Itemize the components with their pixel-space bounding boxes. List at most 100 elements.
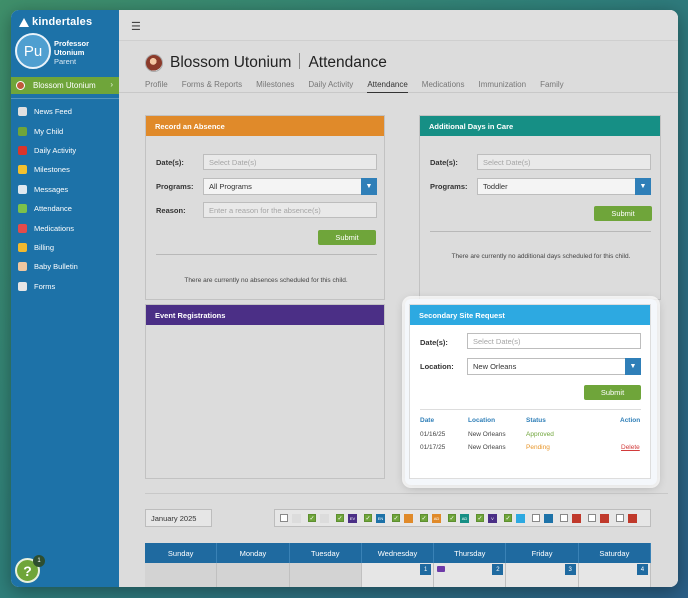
- hamburger-menu-icon[interactable]: ☰: [131, 20, 141, 33]
- tab-profile[interactable]: Profile: [145, 80, 168, 93]
- legend-filter-checkbox[interactable]: ✓: [336, 514, 344, 522]
- absence-submit-button[interactable]: Submit: [318, 230, 376, 245]
- calendar-day-cell[interactable]: 4: [578, 563, 651, 587]
- legend-filter-checkbox[interactable]: ✓: [420, 514, 428, 522]
- legend-filter-checkbox[interactable]: ✓: [504, 514, 512, 522]
- weekday-friday: Friday: [506, 543, 579, 563]
- legend-tag-icon: V: [488, 513, 497, 523]
- legend-filter-checkbox[interactable]: ✓: [308, 514, 316, 522]
- legend-filter-checkbox[interactable]: [280, 514, 288, 522]
- sidebar-item-label: News Feed: [34, 107, 72, 117]
- absence-divider: [156, 254, 377, 255]
- calendar-legend-filters: ✓ ✓ EV ✓ EN ✓ ✓ AD ✓ AD ✓ V ✓: [274, 509, 651, 527]
- event-registrations-card: Event Registrations: [145, 304, 385, 479]
- sidebar-item-label: Billing: [34, 242, 55, 252]
- sidebar-nav: News Feed My Child Daily Activity Milestone…: [11, 102, 119, 296]
- page-title: Blossom Utonium Attendance: [170, 53, 387, 72]
- absence-dates-input[interactable]: [203, 154, 377, 170]
- secondary-submit-button[interactable]: Submit: [584, 385, 641, 400]
- calendar-icon: [18, 204, 27, 214]
- additional-submit-button[interactable]: Submit: [594, 206, 652, 221]
- day-number: 2: [492, 564, 504, 575]
- day-number: 3: [564, 564, 576, 575]
- sidebar-item-medications[interactable]: Medications: [11, 218, 119, 237]
- absence-programs-select[interactable]: All Programs ▼: [203, 178, 377, 195]
- legend-filter-checkbox[interactable]: [588, 514, 596, 522]
- legend-filter-checkbox[interactable]: ✓: [448, 514, 456, 522]
- document-icon: [18, 281, 27, 291]
- legend-filter-checkbox[interactable]: ✓: [364, 514, 372, 522]
- sidebar-item-messages[interactable]: Messages: [11, 180, 119, 199]
- delete-link[interactable]: Delete: [621, 444, 640, 451]
- row-date: 01/17/25: [420, 444, 446, 451]
- baby-icon: [18, 262, 27, 272]
- sidebar-item-baby-bulletin[interactable]: Baby Bulletin: [11, 257, 119, 276]
- secondary-site-card: Secondary Site Request Date(s): Location…: [409, 304, 651, 479]
- tab-daily-activity[interactable]: Daily Activity: [308, 80, 353, 93]
- weekday-wednesday: Wednesday: [362, 543, 435, 563]
- additional-programs-select[interactable]: Toddler ▼: [477, 178, 651, 195]
- weekday-saturday: Saturday: [579, 543, 651, 563]
- sidebar-item-milestones[interactable]: Milestones: [11, 160, 119, 179]
- legend-filter-checkbox[interactable]: ✓: [392, 514, 400, 522]
- sidebar-item-attendance[interactable]: Attendance: [11, 199, 119, 218]
- sidebar-item-label: Daily Activity: [34, 145, 77, 155]
- secondary-dates-input[interactable]: [467, 333, 641, 349]
- tab-immunization[interactable]: Immunization: [478, 80, 526, 93]
- child-icon: [18, 126, 27, 136]
- sidebar-item-label: Messages: [34, 184, 69, 194]
- legend-filter-checkbox[interactable]: [532, 514, 540, 522]
- page-title-child: Blossom Utonium: [170, 54, 292, 71]
- legend-filter-checkbox[interactable]: ✓: [476, 514, 484, 522]
- additional-dates-label: Date(s):: [430, 158, 458, 167]
- day-number: 4: [636, 564, 648, 575]
- sidebar-item-daily-activity[interactable]: Daily Activity: [11, 141, 119, 160]
- legend-tag-icon: [544, 513, 553, 523]
- sidebar-item-billing[interactable]: Billing: [11, 238, 119, 257]
- sidebar-item-my-child[interactable]: My Child: [11, 121, 119, 140]
- absence-reason-input[interactable]: [203, 202, 377, 218]
- tab-forms-reports[interactable]: Forms & Reports: [182, 80, 242, 93]
- secondary-location-select[interactable]: New Orleans ▼: [467, 358, 641, 375]
- record-absence-card: Record an Absence Date(s): Programs: All…: [145, 115, 385, 300]
- tab-medications[interactable]: Medications: [422, 80, 465, 93]
- child-selector[interactable]: Blossom Utonium ›: [11, 77, 119, 94]
- legend-filter-checkbox[interactable]: [616, 514, 624, 522]
- calendar-divider: [145, 493, 668, 494]
- user-avatar[interactable]: Pu: [15, 33, 51, 69]
- secondary-location-value: New Orleans: [473, 362, 517, 371]
- column-header-action: Action: [620, 417, 641, 424]
- child-photo: [145, 54, 163, 72]
- additional-programs-value: Toddler: [483, 182, 508, 191]
- calendar-week-row: 1 2 3 4: [145, 563, 651, 587]
- sidebar-item-forms[interactable]: Forms: [11, 277, 119, 296]
- additional-dates-input[interactable]: [477, 154, 651, 170]
- absence-programs-value: All Programs: [209, 182, 252, 191]
- profile-tabs: Profile Forms & Reports Milestones Daily Ac…: [145, 80, 578, 93]
- secondary-divider: [420, 409, 641, 410]
- calendar-day-cell[interactable]: 3: [506, 563, 579, 587]
- tab-milestones[interactable]: Milestones: [256, 80, 294, 93]
- chevron-down-icon: ▼: [635, 178, 651, 195]
- sidebar-item-news-feed[interactable]: News Feed: [11, 102, 119, 121]
- event-registrations-title: Event Registrations: [146, 305, 384, 325]
- row-location: New Orleans: [468, 431, 506, 438]
- sidebar-item-label: Milestones: [34, 165, 70, 175]
- row-location: New Orleans: [468, 444, 506, 451]
- secondary-dates-label: Date(s):: [420, 338, 448, 347]
- column-header-status: Status: [526, 417, 546, 424]
- brand-logo[interactable]: kindertales: [19, 16, 92, 28]
- calendar-day-cell[interactable]: 1: [361, 563, 435, 587]
- sidebar-item-label: Attendance: [34, 204, 72, 214]
- absence-empty-note: There are currently no absences schedule…: [184, 277, 348, 284]
- legend-tag-icon: [404, 513, 413, 523]
- tab-family[interactable]: Family: [540, 80, 564, 93]
- month-selector[interactable]: January 2025: [145, 509, 212, 527]
- day-number: 1: [420, 564, 432, 575]
- tab-attendance[interactable]: Attendance: [367, 80, 408, 93]
- chevron-right-icon: ›: [110, 80, 113, 89]
- legend-tag-icon: AD: [460, 513, 469, 523]
- calendar-day-cell[interactable]: 2: [434, 563, 507, 587]
- legend-filter-checkbox[interactable]: [560, 514, 568, 522]
- calendar-day-cell: [145, 563, 218, 587]
